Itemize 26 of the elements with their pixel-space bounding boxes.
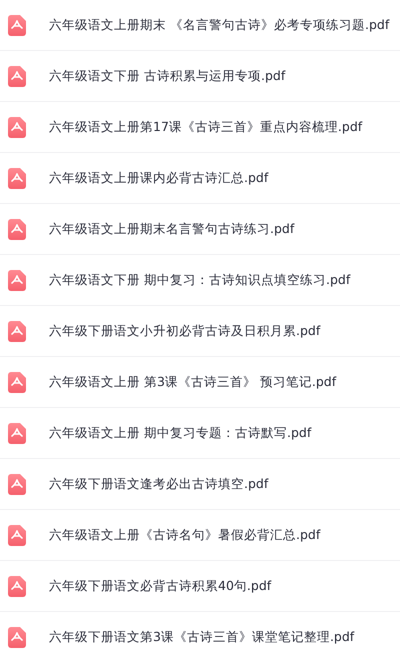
file-name[interactable]: 六年级下册语文必背古诗积累40句.pdf <box>49 578 272 594</box>
file-name[interactable]: 六年级语文上册 第3课《古诗三首》 预习笔记.pdf <box>49 374 336 390</box>
pdf-file-icon <box>8 116 26 138</box>
pdf-file-icon <box>8 168 26 188</box>
file-name[interactable]: 六年级下册语文第3课《古诗三首》课堂笔记整理.pdf <box>49 628 354 646</box>
file-name[interactable]: 六年级语文上册 期中复习专题：古诗默写.pdf <box>49 424 312 442</box>
file-name[interactable]: 六年级语文上册《古诗名句》暑假必背汇总.pdf <box>49 526 320 544</box>
pdf-file-icon <box>8 372 26 392</box>
pdf-file-icon <box>8 218 26 240</box>
file-name[interactable]: 六年级语文上册第17课《古诗三首》重点内容梳理.pdf <box>49 118 362 136</box>
pdf-file-icon <box>8 626 26 648</box>
file-name[interactable]: 六年级下册语文小升初必背古诗及日积月累.pdf <box>49 322 320 340</box>
pdf-file-icon <box>8 576 26 596</box>
pdf-file-icon <box>8 66 26 86</box>
file-name[interactable]: 六年级语文上册期末 《名言警句古诗》必考专项练习题.pdf <box>49 16 390 34</box>
file-name[interactable]: 六年级下册语文逢考必出古诗填空.pdf <box>49 476 268 492</box>
pdf-file-icon <box>8 270 26 290</box>
pdf-file-icon <box>8 474 26 494</box>
file-name[interactable]: 六年级语文上册课内必背古诗汇总.pdf <box>49 170 268 186</box>
pdf-file-icon <box>8 524 26 546</box>
pdf-file-icon <box>8 320 26 342</box>
pdf-file-icon <box>8 422 26 444</box>
file-name[interactable]: 六年级语文下册 古诗积累与运用专项.pdf <box>49 68 286 84</box>
pdf-file-icon <box>8 14 26 36</box>
file-name[interactable]: 六年级语文上册期末名言警句古诗练习.pdf <box>49 220 294 238</box>
file-name[interactable]: 六年级语文下册 期中复习：古诗知识点填空练习.pdf <box>49 272 350 288</box>
